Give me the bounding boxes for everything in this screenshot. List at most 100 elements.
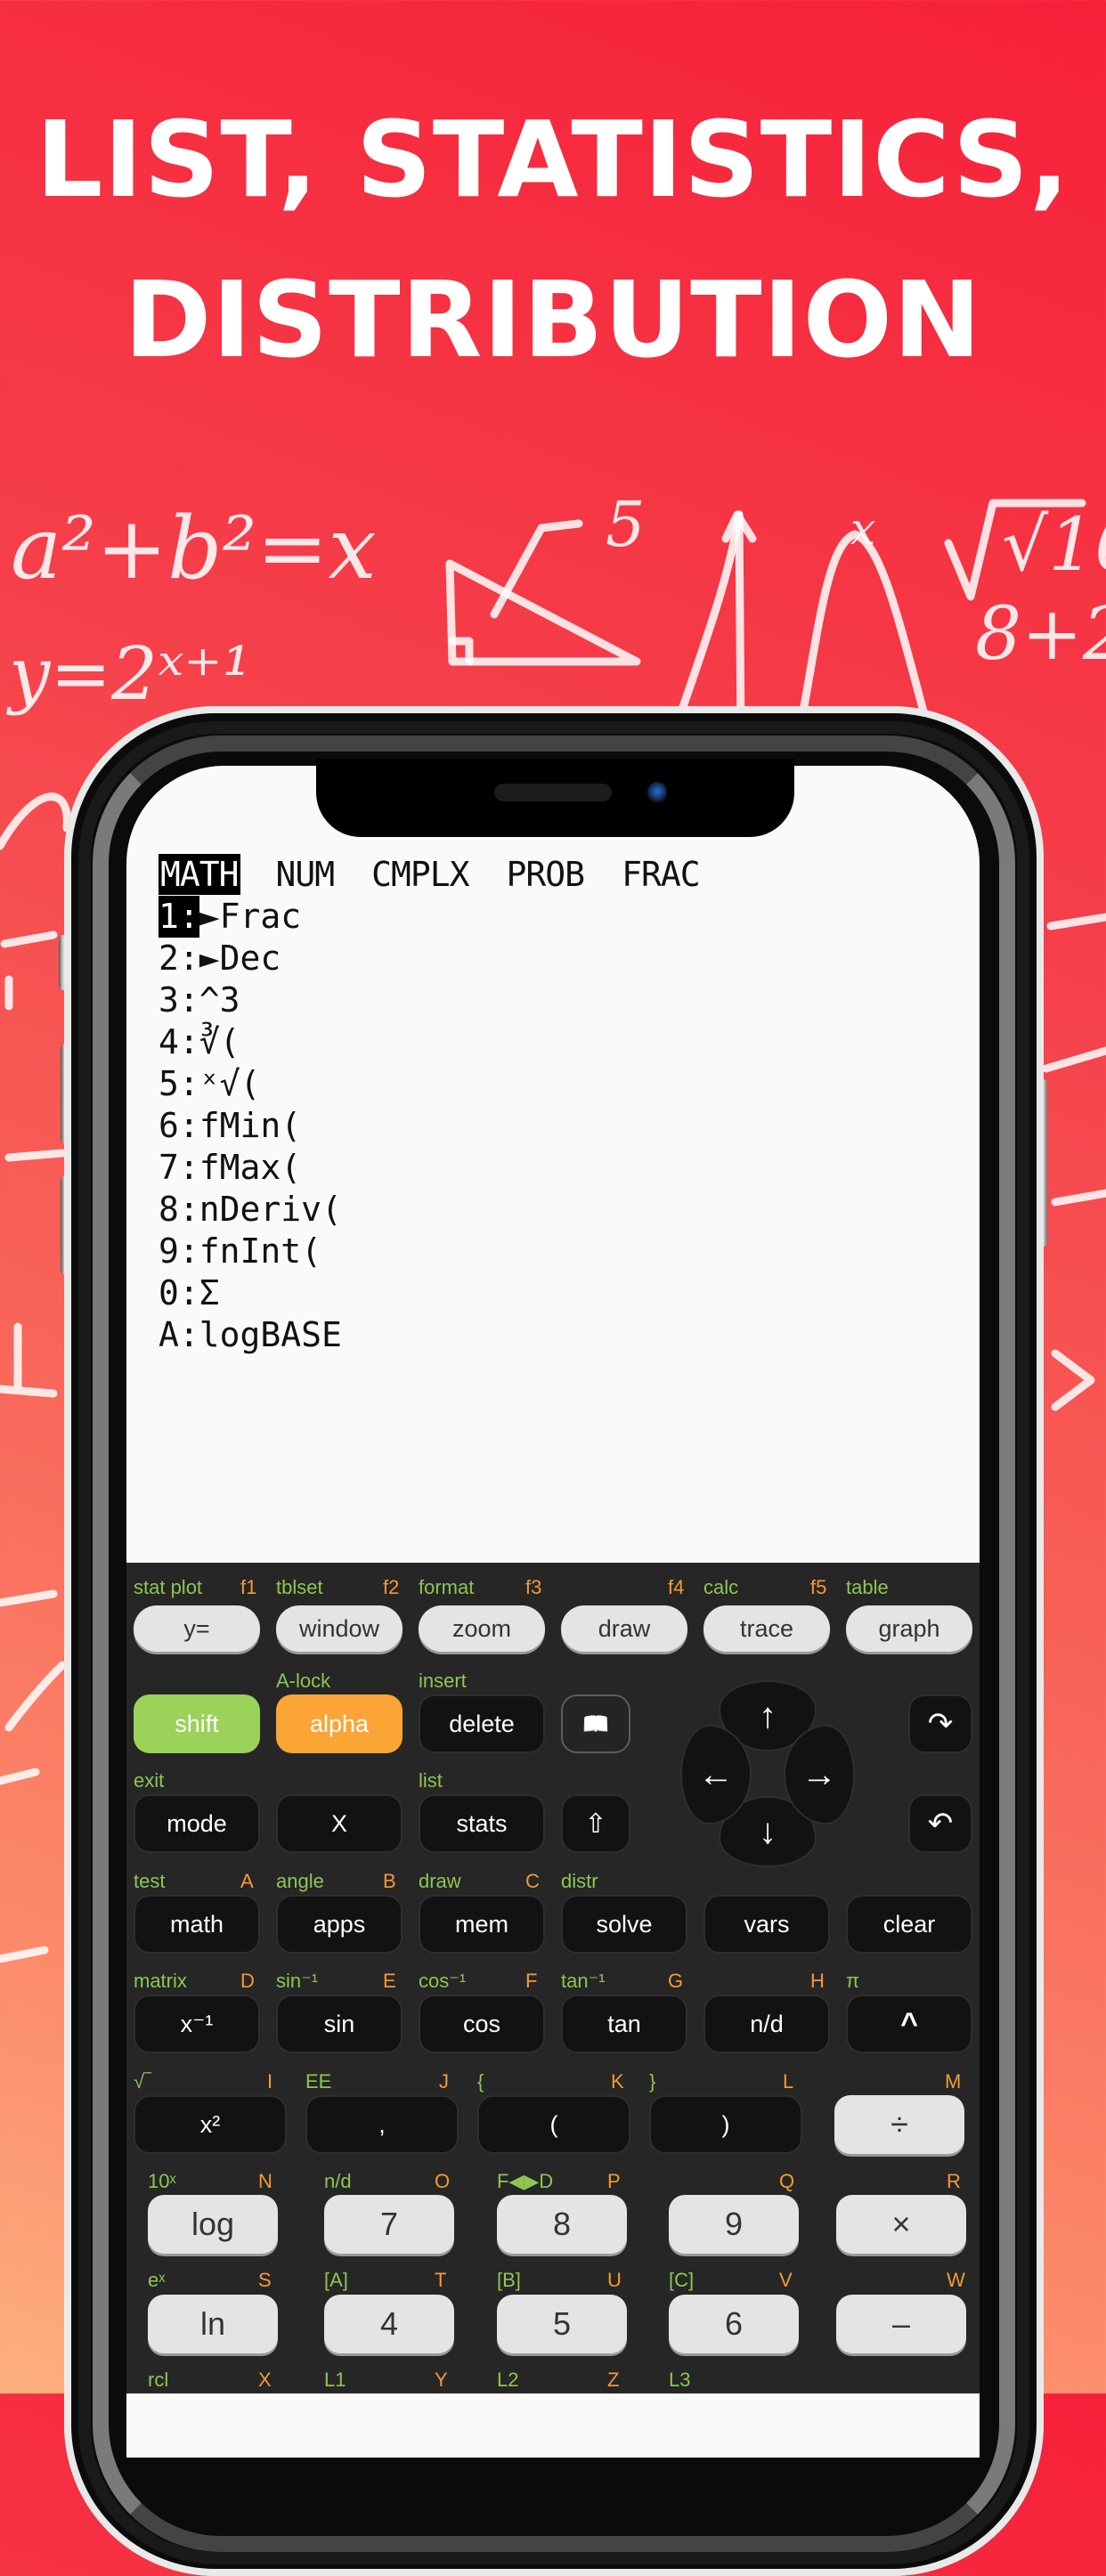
key-sin-button[interactable]: sin — [276, 1995, 403, 2053]
menu-item-label: nDeriv( — [199, 1190, 342, 1229]
undo-button[interactable]: ↶ — [908, 1794, 972, 1853]
key-zoom-button[interactable]: zoom — [419, 1605, 545, 1652]
key-x-button[interactable]: x² — [134, 2095, 287, 2154]
second-function-label: L2 — [497, 2369, 519, 2391]
key-mem-button[interactable]: mem — [419, 1895, 545, 1954]
key-draw-label: draw — [598, 1614, 651, 1642]
key-sin-label: sin — [323, 2010, 355, 2037]
key-key-label: ) — [721, 2110, 730, 2138]
key-math-label: math — [169, 1910, 224, 1938]
key-9-label: 9 — [724, 2206, 744, 2242]
menu-item[interactable]: 3:^3 — [159, 979, 702, 1021]
second-function-label: eˣ — [148, 2269, 166, 2291]
key-divide-label: ÷ — [890, 2106, 908, 2142]
key-solve-button[interactable]: solve — [561, 1895, 687, 1954]
menu-item[interactable]: 7:fMax( — [159, 1147, 702, 1189]
menu-item-label: fMin( — [199, 1106, 302, 1145]
menu-item[interactable]: 2:►Dec — [159, 938, 702, 979]
second-function-label: π — [846, 1970, 860, 1992]
key-vars-button[interactable]: vars — [703, 1895, 830, 1954]
key-tan-button[interactable]: tan — [561, 1995, 687, 2053]
key-key-button[interactable]: ( — [477, 2095, 630, 2154]
alpha-button[interactable]: alpha — [276, 1694, 403, 1753]
menu-item[interactable]: A:logBASE — [159, 1314, 702, 1356]
menu-item-label: ►Frac — [199, 897, 302, 936]
tab-num[interactable]: NUM — [274, 854, 337, 895]
key-cos-button[interactable]: cos — [419, 1995, 545, 2053]
tab-prob[interactable]: PROB — [505, 854, 587, 895]
key-math-button[interactable]: math — [134, 1895, 260, 1954]
key-4-label: 4 — [379, 2305, 399, 2342]
key-n-d-label: n/d — [750, 2010, 784, 2037]
menu-item[interactable]: 1:►Frac — [159, 896, 702, 938]
key-minus-button[interactable]: – — [836, 2295, 966, 2353]
alpha-function-label: G — [668, 1970, 684, 1992]
key-ln-button[interactable]: ln — [148, 2295, 278, 2353]
key-n-d-button[interactable]: n/d — [703, 1995, 830, 2053]
menu-item[interactable]: 0:Σ — [159, 1272, 702, 1314]
menu-item[interactable]: 6:fMin( — [159, 1105, 702, 1147]
key-log-button[interactable]: log — [148, 2195, 278, 2254]
alpha-function-label: S — [258, 2269, 272, 2291]
key-9-button[interactable]: 9 — [669, 2195, 799, 2254]
x-variable-label: X — [330, 1809, 347, 1837]
key-7-button[interactable]: 7 — [324, 2195, 454, 2254]
key-y-button[interactable]: y= — [134, 1605, 260, 1652]
share-button[interactable]: ⇧ — [561, 1794, 630, 1853]
stats-button[interactable]: stats — [419, 1794, 545, 1853]
tab-frac[interactable]: FRAC — [620, 854, 702, 895]
dna-curve-doodle — [0, 792, 71, 850]
key-divide-button[interactable]: ÷ — [834, 2095, 964, 2154]
mode-button[interactable]: mode — [134, 1794, 260, 1853]
menu-item[interactable]: 4:∛( — [159, 1021, 702, 1063]
alpha-function-label: U — [607, 2269, 622, 2291]
key-multiply-button[interactable]: × — [836, 2195, 966, 2254]
key-key-button[interactable]: ^ — [846, 1995, 972, 2053]
second-function-label: distr — [561, 1870, 598, 1892]
pythagoras-doodle: a²+b²=x — [11, 499, 377, 598]
second-function-label: exit — [134, 1769, 165, 1792]
alpha-function-label: Q — [779, 2170, 795, 2192]
menu-item[interactable]: 5:ˣ√( — [159, 1063, 702, 1105]
menu-item[interactable]: 8:nDeriv( — [159, 1189, 702, 1231]
alpha-function-label: Z — [607, 2369, 620, 2391]
key-x-button[interactable]: x⁻¹ — [134, 1995, 260, 2053]
left-doodle-lines — [0, 930, 67, 1963]
key-solve-label: solve — [596, 1910, 653, 1938]
key-x-label: x² — [199, 2110, 221, 2138]
delete-button[interactable]: delete — [419, 1694, 545, 1753]
tab-cmplx[interactable]: CMPLX — [370, 854, 470, 895]
catalog-button[interactable]: 📖 — [561, 1694, 630, 1753]
key-key-label: ^ — [900, 2006, 918, 2041]
redo-button[interactable]: ↷ — [908, 1694, 972, 1753]
x-variable-button[interactable]: X — [276, 1794, 403, 1853]
key-4-button[interactable]: 4 — [324, 2295, 454, 2353]
arrow-up-icon: ↑ — [759, 1695, 777, 1735]
share-icon: ⇧ — [584, 1808, 607, 1839]
key-clear-button[interactable]: clear — [846, 1895, 972, 1954]
shift-label: shift — [175, 1710, 219, 1737]
menu-item-number: 5: — [159, 1064, 199, 1103]
key-graph-button[interactable]: graph — [846, 1605, 972, 1652]
menu-item[interactable]: 9:fnInt( — [159, 1231, 702, 1272]
key-apps-button[interactable]: apps — [276, 1895, 403, 1954]
key-apps-label: apps — [313, 1910, 366, 1938]
tab-math[interactable]: MATH — [159, 854, 240, 895]
key-draw-button[interactable]: draw — [561, 1605, 687, 1652]
key-5-button[interactable]: 5 — [497, 2295, 627, 2353]
key-x-label: x⁻¹ — [180, 2010, 214, 2037]
second-function-label: list — [419, 1769, 443, 1792]
shift-button[interactable]: shift — [134, 1694, 260, 1753]
alpha-function-label: D — [240, 1970, 255, 1992]
key-7-label: 7 — [379, 2206, 399, 2242]
delete-label: delete — [449, 1710, 515, 1737]
key-6-button[interactable]: 6 — [669, 2295, 799, 2353]
second-function-label: { — [477, 2070, 484, 2092]
key-window-button[interactable]: window — [276, 1605, 403, 1652]
key-trace-button[interactable]: trace — [703, 1605, 830, 1652]
key-8-button[interactable]: 8 — [497, 2195, 627, 2254]
key-key-button[interactable]: ) — [649, 2095, 802, 2154]
menu-item-number: 9: — [159, 1231, 199, 1271]
key-key-button[interactable]: , — [305, 2095, 459, 2154]
key-y-label: y= — [183, 1614, 210, 1642]
